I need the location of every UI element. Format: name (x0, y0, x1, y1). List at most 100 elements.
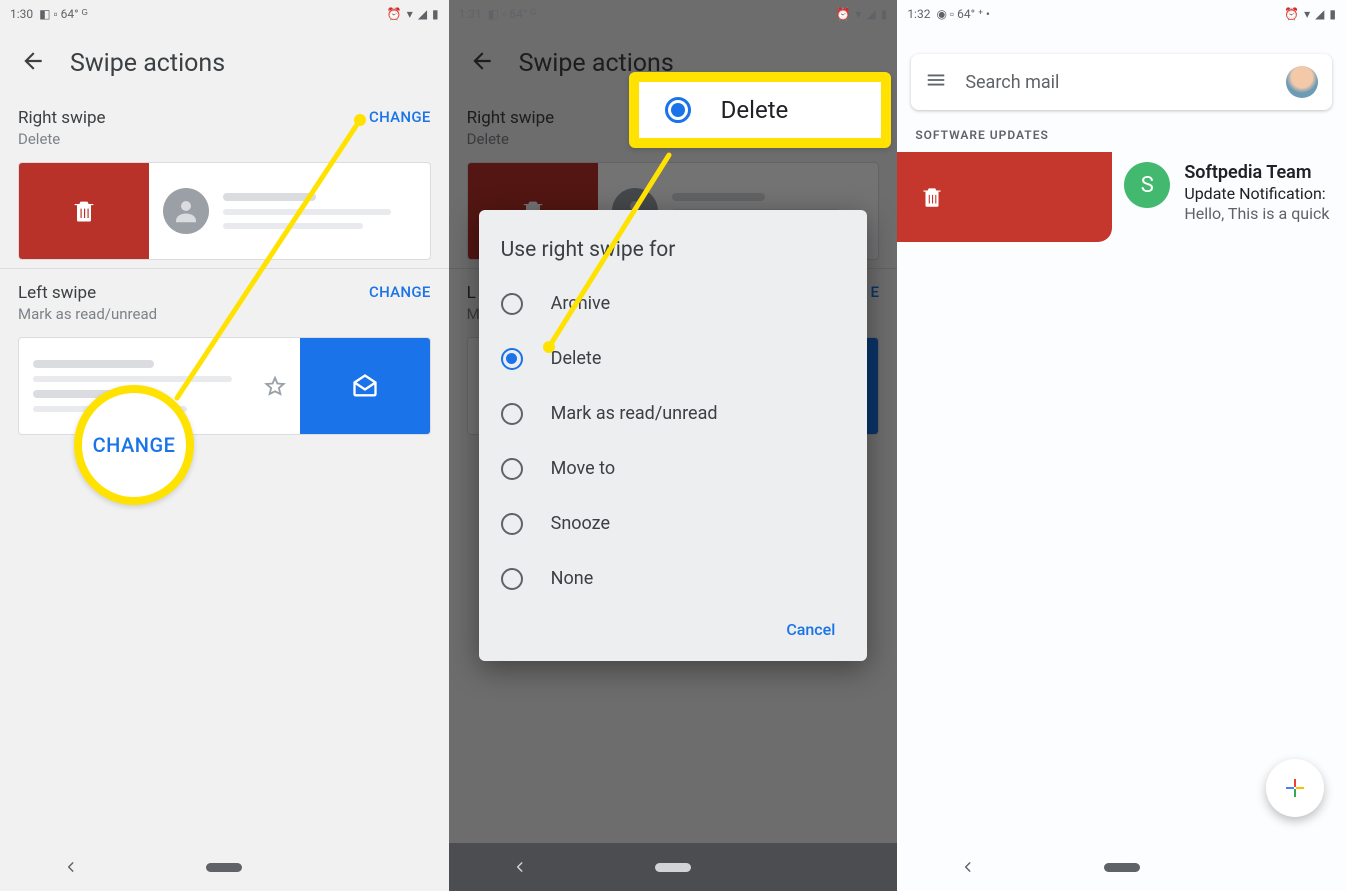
swipe-action-dialog: Use right swipe for Archive Delete Mark as… (479, 210, 868, 661)
status-time: 1:32 (907, 7, 930, 21)
radio-unselected-icon (501, 403, 523, 425)
back-arrow-icon[interactable] (20, 48, 46, 78)
radio-unselected-icon (501, 293, 523, 315)
status-time: 1:31 (459, 7, 482, 21)
callout-change-label: CHANGE (93, 433, 176, 457)
radio-label: Snooze (551, 513, 610, 534)
radio-unselected-icon (501, 458, 523, 480)
alarm-icon: ⏰ (1284, 7, 1299, 21)
compose-fab[interactable] (1266, 759, 1324, 817)
radio-option-delete[interactable]: Delete (501, 331, 846, 386)
page-title: Swipe actions (70, 49, 225, 78)
signal-icon: ◢ (866, 7, 875, 21)
mail-subject: Update Notification: (1184, 184, 1346, 203)
radio-option-snooze[interactable]: Snooze (501, 496, 846, 551)
status-bar: 1:31 ◧ ▫ 64° ᴳ ⏰ ▾ ◢ ▮ (449, 0, 898, 28)
screen-3: 1:32 ◉ ▫ 64° ⁺ • ⏰ ▾ ◢ ▮ Search mail SOF… (897, 0, 1346, 891)
profile-avatar[interactable] (1286, 66, 1318, 98)
screen-2: 1:31 ◧ ▫ 64° ᴳ ⏰ ▾ ◢ ▮ Swipe actions Rig… (449, 0, 898, 891)
right-swipe-section: Right swipe Delete CHANGE (0, 98, 449, 152)
callout-delete-label: Delete (721, 96, 789, 124)
radio-option-none[interactable]: None (501, 551, 846, 606)
hamburger-menu-icon[interactable] (925, 69, 947, 95)
placeholder-line (33, 376, 232, 382)
app-bar: Swipe actions (0, 28, 449, 98)
search-bar[interactable]: Search mail (911, 54, 1332, 110)
nav-home-pill[interactable] (1104, 863, 1140, 872)
mail-content: S Softpedia Team Update Notification: He… (1112, 152, 1346, 242)
mail-open-icon (351, 372, 379, 400)
status-indicator-icon: ◧ ▫ 64° ᴳ (39, 7, 87, 21)
radio-unselected-icon (501, 513, 523, 535)
radio-option-move-to[interactable]: Move to (501, 441, 846, 496)
mail-sender: Softpedia Team (1184, 162, 1346, 183)
radio-option-mark-as-read-unread[interactable]: Mark as read/unread (501, 386, 846, 441)
swipe-action-delete-block (19, 163, 149, 259)
left-swipe-sub: M (467, 305, 480, 323)
left-swipe-change-button[interactable]: E (871, 283, 880, 301)
radio-option-archive[interactable]: Archive (501, 276, 846, 331)
star-icon (264, 375, 286, 397)
left-swipe-sub: Mark as read/unread (18, 305, 157, 323)
android-nav-bar (449, 843, 898, 891)
radio-unselected-icon (501, 568, 523, 590)
nav-back-icon[interactable] (961, 860, 975, 874)
status-bar: 1:32 ◉ ▫ 64° ⁺ • ⏰ ▾ ◢ ▮ (897, 0, 1346, 28)
callout-delete-highlight: Delete (629, 72, 891, 148)
dialog-cancel-button[interactable]: Cancel (776, 612, 845, 647)
section-label-software-updates: SOFTWARE UPDATES (897, 128, 1346, 152)
wifi-icon: ▾ (1304, 7, 1310, 21)
signal-icon: ◢ (418, 7, 427, 21)
alarm-icon: ⏰ (387, 7, 402, 21)
android-nav-bar (897, 843, 1346, 891)
radio-selected-icon (501, 348, 523, 370)
right-swipe-preview (18, 162, 431, 260)
android-nav-bar (0, 843, 449, 891)
plus-multicolor-icon (1283, 776, 1307, 800)
swipe-action-read-block (300, 338, 430, 434)
status-indicator-icon: ◉ ▫ 64° ⁺ • (936, 7, 989, 21)
screen-1: 1:30 ◧ ▫ 64° ᴳ ⏰ ▾ ◢ ▮ Swipe actions Rig… (0, 0, 449, 891)
placeholder-line (223, 193, 316, 201)
battery-icon: ▮ (881, 7, 888, 21)
placeholder-line (33, 360, 154, 368)
wifi-icon: ▾ (855, 7, 861, 21)
mail-item-swiping[interactable]: S Softpedia Team Update Notification: He… (897, 152, 1346, 242)
dialog-title: Use right swipe for (501, 238, 846, 262)
wifi-icon: ▾ (407, 7, 413, 21)
nav-home-pill[interactable] (655, 863, 691, 872)
mail-snippet: Hello, This is a quick (1184, 204, 1346, 223)
radio-label: Mark as read/unread (551, 403, 718, 424)
right-swipe-title: Right swipe (18, 108, 106, 128)
radio-label: Move to (551, 458, 615, 479)
placeholder-line (223, 209, 391, 215)
alarm-icon: ⏰ (835, 7, 850, 21)
mail-preview-body (149, 163, 430, 259)
radio-selected-icon (665, 97, 691, 123)
right-swipe-change-button[interactable]: CHANGE (369, 108, 431, 126)
radio-label: Archive (551, 293, 611, 314)
search-placeholder: Search mail (965, 72, 1268, 93)
back-arrow-icon[interactable] (469, 48, 495, 78)
right-swipe-sub: Delete (467, 130, 555, 148)
left-swipe-change-button[interactable]: CHANGE (369, 283, 431, 301)
right-swipe-sub: Delete (18, 130, 106, 148)
left-swipe-section: Left swipe Mark as read/unread CHANGE (0, 273, 449, 327)
nav-back-icon[interactable] (513, 860, 527, 874)
signal-icon: ◢ (1315, 7, 1324, 21)
battery-icon: ▮ (1329, 7, 1336, 21)
nav-back-icon[interactable] (64, 860, 78, 874)
battery-icon: ▮ (432, 7, 439, 21)
swipe-reveal-delete (897, 152, 1112, 242)
placeholder-line (223, 223, 363, 229)
divider (0, 268, 449, 269)
nav-home-pill[interactable] (206, 863, 242, 872)
right-swipe-title: Right swipe (467, 108, 555, 128)
left-swipe-title: Left swipe (18, 283, 157, 303)
radio-label: Delete (551, 348, 602, 369)
radio-label: None (551, 568, 594, 589)
status-indicator-icon: ◧ ▫ 64° ᴳ (488, 7, 536, 21)
trash-icon (919, 184, 945, 210)
callout-change-highlight: CHANGE (74, 385, 194, 505)
avatar-placeholder-icon (163, 188, 209, 234)
